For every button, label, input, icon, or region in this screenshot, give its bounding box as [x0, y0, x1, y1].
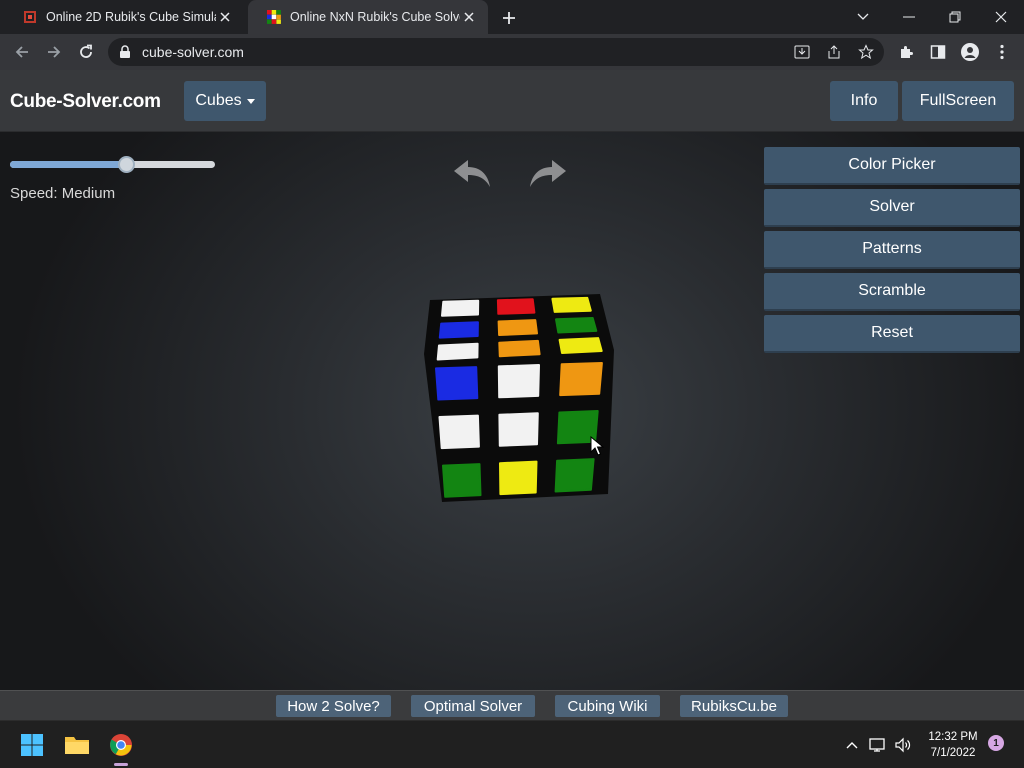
- scramble-label: Scramble: [858, 282, 926, 299]
- url-text: cube-solver.com: [142, 44, 244, 60]
- up-face-sticker-1-0[interactable]: [438, 321, 479, 339]
- patterns-button[interactable]: Patterns: [764, 231, 1020, 269]
- profile-avatar-icon[interactable]: [960, 42, 980, 62]
- back-icon[interactable]: [10, 40, 34, 64]
- color-picker-label: Color Picker: [848, 156, 936, 173]
- optimal-solver-label: Optimal Solver: [423, 697, 523, 715]
- solver-label: Solver: [869, 198, 915, 215]
- install-app-icon[interactable]: [792, 42, 812, 62]
- solver-button[interactable]: Solver: [764, 189, 1020, 227]
- color-picker-button[interactable]: Color Picker: [764, 147, 1020, 185]
- file-explorer-icon[interactable]: [61, 729, 93, 761]
- restore-icon[interactable]: [932, 0, 978, 34]
- up-face-sticker-0-1[interactable]: [496, 298, 536, 315]
- share-icon[interactable]: [824, 42, 844, 62]
- minimize-icon[interactable]: [886, 0, 932, 34]
- front-face-sticker-1-1[interactable]: [498, 412, 539, 447]
- cubing-wiki-link[interactable]: Cubing Wiki: [555, 695, 660, 717]
- close-tab-icon[interactable]: [460, 8, 478, 26]
- cubes-dropdown-label: Cubes: [195, 92, 242, 109]
- extensions-puzzle-icon[interactable]: [896, 42, 916, 62]
- browser-tab[interactable]: Online 2D Rubik's Cube Simulator: [4, 0, 244, 34]
- front-face-sticker-0-1[interactable]: [497, 364, 540, 399]
- redo-arrow-icon[interactable]: [527, 156, 569, 190]
- tab-title: Online 2D Rubik's Cube Simulator: [46, 10, 216, 24]
- network-icon[interactable]: [868, 735, 888, 755]
- front-face-sticker-1-0[interactable]: [438, 414, 480, 450]
- tab-title: Online NxN Rubik's Cube Solver & Simulat…: [290, 10, 460, 24]
- windows-start-icon[interactable]: [16, 729, 48, 761]
- browser-toolbar: cube-solver.com: [0, 34, 1024, 70]
- fullscreen-button-label: FullScreen: [919, 92, 997, 109]
- speed-slider-thumb[interactable]: [118, 156, 136, 173]
- how-to-solve-label: How 2 Solve?: [287, 697, 380, 715]
- front-face-sticker-2-1[interactable]: [499, 460, 538, 496]
- caret-down-icon: [246, 98, 255, 104]
- browser-tab-active[interactable]: Online NxN Rubik's Cube Solver & Simulat…: [248, 0, 488, 34]
- optimal-solver-link[interactable]: Optimal Solver: [411, 695, 535, 717]
- tray-chevron-up-icon[interactable]: [842, 735, 862, 755]
- fullscreen-button[interactable]: FullScreen: [902, 81, 1014, 121]
- speed-slider-fill: [10, 161, 127, 168]
- browser-tab-strip: Online 2D Rubik's Cube Simulator Online …: [0, 0, 1024, 34]
- up-face-sticker-2-1[interactable]: [498, 339, 541, 358]
- forward-icon[interactable]: [42, 40, 66, 64]
- up-face-sticker-1-2[interactable]: [555, 317, 598, 334]
- volume-icon[interactable]: [893, 735, 913, 755]
- reset-label: Reset: [871, 324, 913, 341]
- up-face-sticker-1-1[interactable]: [497, 319, 538, 336]
- bookmark-star-icon[interactable]: [856, 42, 876, 62]
- close-tab-icon[interactable]: [216, 8, 234, 26]
- reset-button[interactable]: Reset: [764, 315, 1020, 353]
- info-button[interactable]: Info: [830, 81, 898, 121]
- rubiks-cube-3d[interactable]: [418, 294, 628, 514]
- site-footer: How 2 Solve? Optimal Solver Cubing Wiki …: [0, 690, 1024, 720]
- tab-search-chevron-icon[interactable]: [840, 0, 886, 34]
- cube-solver-favicon-icon: [267, 10, 281, 24]
- windows-taskbar: 12:32 PM 7/1/2022: [0, 720, 1024, 768]
- up-face-sticker-0-2[interactable]: [551, 296, 592, 313]
- close-window-icon[interactable]: [978, 0, 1024, 34]
- cube-2d-favicon-icon: [24, 11, 36, 23]
- page-viewport: Cube-Solver.com Cubes Info FullScreen Sp…: [0, 70, 1024, 720]
- cubing-wiki-label: Cubing Wiki: [567, 697, 648, 715]
- chrome-taskbar-icon[interactable]: [105, 729, 137, 761]
- browser-menu-icon[interactable]: [992, 42, 1012, 62]
- front-face-sticker-2-0[interactable]: [442, 463, 482, 498]
- up-face-sticker-2-2[interactable]: [558, 337, 603, 354]
- active-app-indicator: [114, 763, 128, 766]
- new-tab-icon[interactable]: [498, 7, 520, 29]
- front-face-sticker-0-0[interactable]: [435, 366, 479, 401]
- undo-arrow-icon[interactable]: [451, 156, 493, 190]
- rubikscube-link[interactable]: RubiksCu.be: [680, 695, 788, 717]
- site-navbar: Cube-Solver.com Cubes Info FullScreen: [0, 70, 1024, 132]
- cubes-dropdown-button[interactable]: Cubes: [184, 81, 266, 121]
- clock-date: 7/1/2022: [930, 747, 976, 759]
- notification-badge[interactable]: 1: [988, 735, 1004, 751]
- speed-slider-track[interactable]: [10, 161, 215, 168]
- speed-label: Speed: Medium: [10, 185, 116, 202]
- up-face-sticker-0-0[interactable]: [441, 299, 480, 317]
- address-bar[interactable]: cube-solver.com: [108, 38, 884, 66]
- clock-time: 12:32 PM: [928, 731, 978, 743]
- rubikscube-label: RubiksCu.be: [691, 697, 777, 715]
- front-face-sticker-0-2[interactable]: [559, 362, 603, 397]
- mouse-cursor-icon: [590, 436, 604, 456]
- scramble-button[interactable]: Scramble: [764, 273, 1020, 311]
- front-face-sticker-2-2[interactable]: [554, 458, 595, 493]
- system-clock[interactable]: 12:32 PM 7/1/2022: [924, 729, 982, 761]
- side-panel-icon[interactable]: [928, 42, 948, 62]
- up-face-sticker-2-0[interactable]: [436, 342, 479, 361]
- lock-icon: [120, 45, 130, 58]
- info-button-label: Info: [850, 92, 878, 109]
- patterns-label: Patterns: [862, 240, 922, 257]
- site-brand[interactable]: Cube-Solver.com: [10, 91, 161, 113]
- how-to-solve-link[interactable]: How 2 Solve?: [276, 695, 391, 717]
- reload-icon[interactable]: [74, 40, 98, 64]
